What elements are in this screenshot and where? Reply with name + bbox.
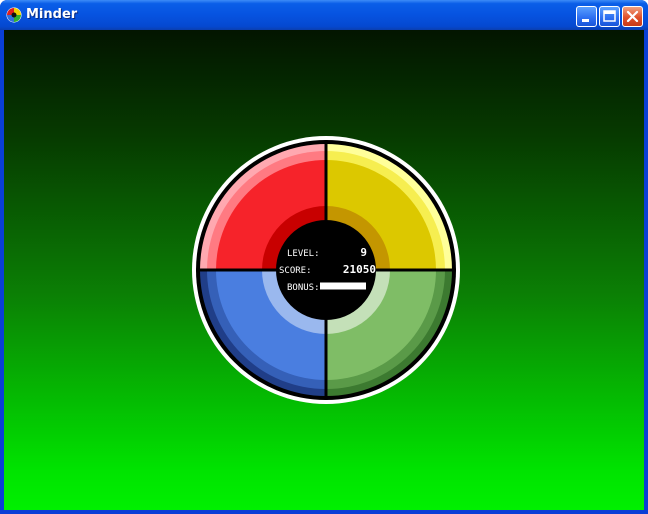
- score-value: 21050: [343, 263, 376, 276]
- game-area: LEVEL: 9 SCORE: 21050 BONUS:: [4, 30, 644, 510]
- game-board: LEVEL: 9 SCORE: 21050 BONUS:: [192, 136, 460, 404]
- maximize-icon: [603, 10, 616, 22]
- close-icon: [626, 10, 639, 23]
- minimize-icon: [582, 19, 589, 22]
- maximize-button[interactable]: [599, 6, 620, 27]
- minimize-button[interactable]: [576, 6, 597, 27]
- bonus-label: BONUS:: [287, 283, 320, 293]
- app-window: Minder LEVEL: 9 SCORE: 21050 BONUS:: [0, 0, 648, 514]
- score-label: SCORE:: [279, 266, 312, 276]
- color-wheel-icon: [6, 7, 22, 23]
- title-bar[interactable]: Minder: [0, 0, 648, 30]
- close-button[interactable]: [622, 6, 643, 27]
- window-title: Minder: [26, 7, 78, 22]
- level-value: 9: [360, 246, 367, 259]
- level-label: LEVEL:: [287, 249, 320, 259]
- bonus-bar-fill: [320, 282, 366, 290]
